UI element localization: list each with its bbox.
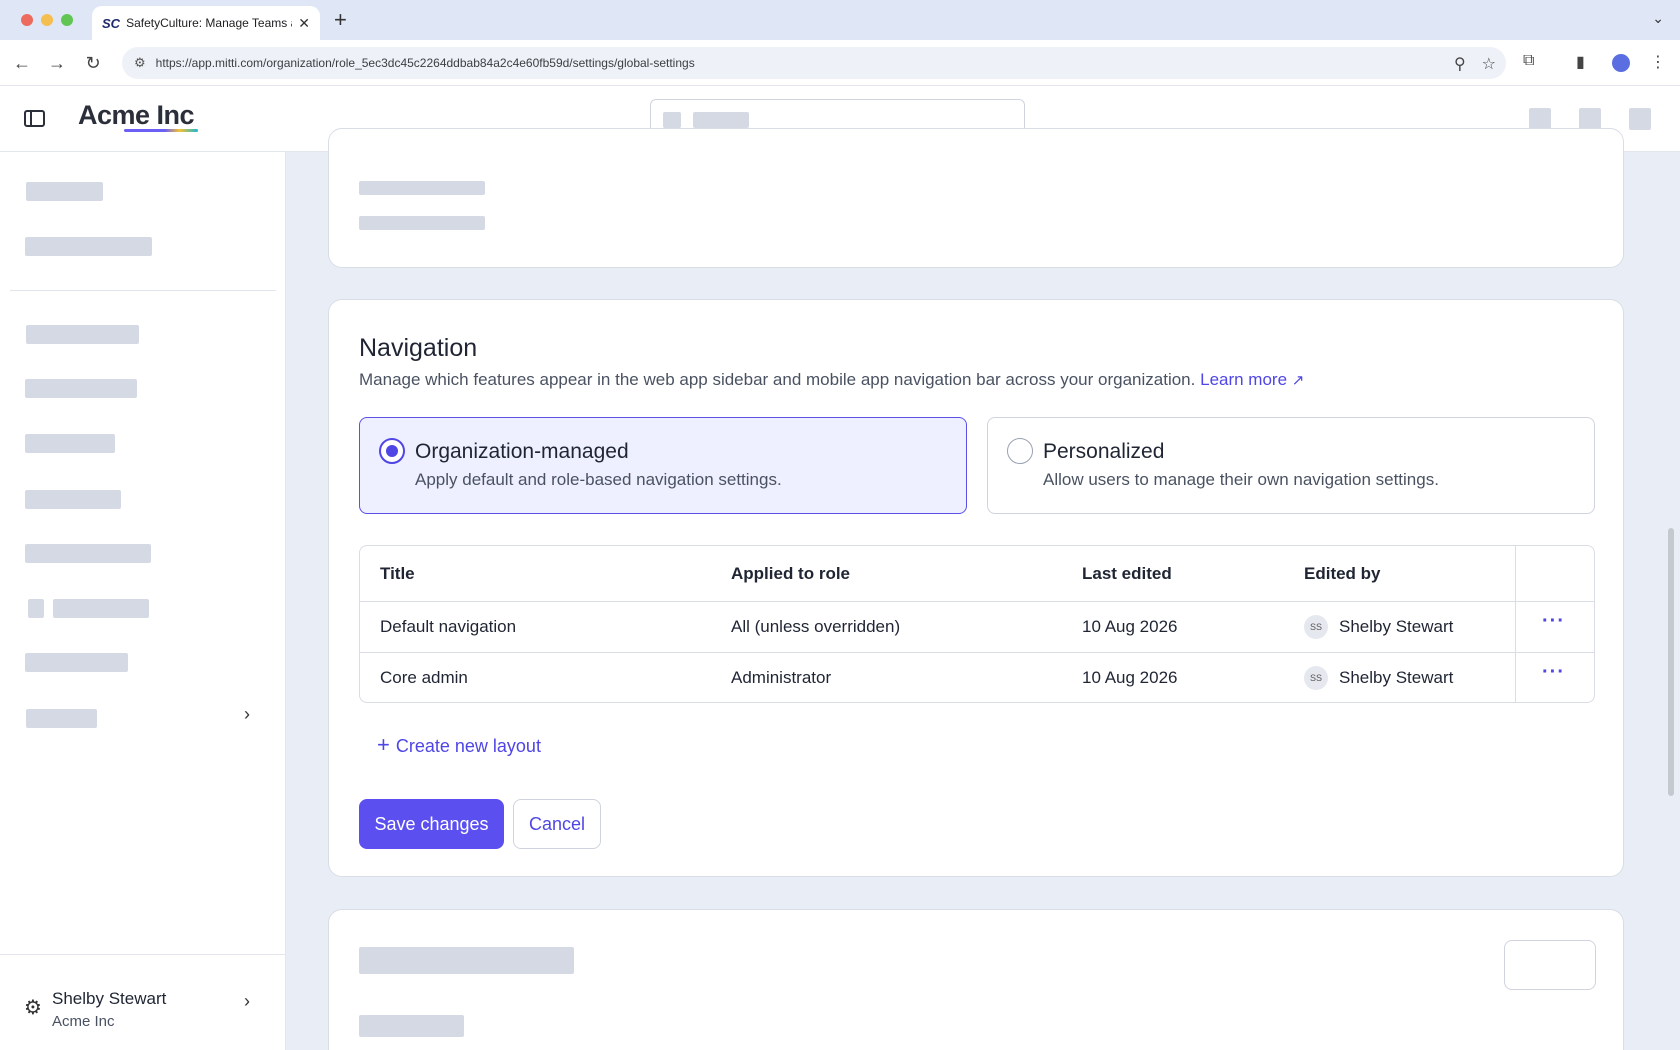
close-tab-icon[interactable]: ✕ [298,15,310,32]
profile-avatar-icon[interactable] [1612,54,1630,72]
plus-icon: + [377,732,390,757]
settings-card-skeleton [328,128,1624,268]
sidebar-item-skeleton[interactable] [26,325,139,344]
site-settings-icon[interactable]: ⚙ [134,55,146,71]
table-header-row: Title Applied to role Last edited Edited… [360,546,1594,602]
radio-button[interactable] [1007,438,1033,464]
new-tab-button[interactable]: + [334,8,347,32]
column-header: Edited by [1304,564,1381,583]
user-profile-menu[interactable]: ⚙ Shelby Stewart Acme Inc › [0,954,286,1050]
sidebar-toggle-icon[interactable] [24,110,45,127]
option-subtitle: Allow users to manage their own navigati… [1043,470,1439,489]
last-edited: 10 Aug 2026 [1082,668,1178,687]
page-scrollbar[interactable] [1668,528,1674,796]
text-skeleton [359,181,485,195]
user-name: Shelby Stewart [52,989,167,1008]
text-skeleton [359,216,485,230]
option-title: Personalized [1043,440,1165,463]
bookmark-star-icon[interactable]: ☆ [1482,54,1496,74]
avatar: SS [1304,615,1328,639]
navigation-settings-card: Navigation Manage which features appear … [328,299,1624,877]
option-subtitle: Apply default and role-based navigation … [415,470,782,489]
maximize-window-button[interactable] [61,14,73,26]
sidebar-item-skeleton[interactable] [25,379,137,398]
avatar: SS [1304,666,1328,690]
side-panel-icon[interactable]: ▮ [1576,52,1585,72]
settings-card-skeleton [328,909,1624,1050]
sidebar-item-skeleton[interactable] [53,599,149,618]
chevron-right-icon: › [244,991,250,1011]
browser-tab-bar: SC SafetyCulture: Manage Teams and... ✕ … [0,0,1680,40]
close-window-button[interactable] [21,14,33,26]
title-skeleton [359,947,574,974]
chrome-menu-icon[interactable]: ⋮ [1650,52,1666,72]
browser-toolbar: ← → ↻ ⚙ https://app.mitti.com/organizati… [0,40,1680,86]
chevron-right-icon[interactable]: › [244,704,250,725]
action-button-skeleton[interactable] [1504,940,1596,990]
minimize-window-button[interactable] [41,14,53,26]
sidebar-item-skeleton[interactable] [26,709,97,728]
organization-managed-option[interactable]: Organization-managed Apply default and r… [359,417,967,514]
create-new-layout-button[interactable]: + Create new layout [377,732,541,758]
gear-icon: ⚙ [24,997,42,1019]
column-header: Title [380,564,415,583]
header-action-skeleton[interactable] [1629,108,1651,130]
external-link-icon: ↗ [1291,372,1305,389]
section-description: Manage which features appear in the web … [359,370,1305,389]
safetyculture-favicon-icon: SC [102,15,121,31]
logo-underline [124,129,198,132]
table-row[interactable]: Core admin Administrator 10 Aug 2026 SS … [360,653,1594,702]
sidebar-item-skeleton[interactable] [25,490,121,509]
more-options-icon[interactable]: ··· [1542,661,1565,684]
tab-search-chevron-icon[interactable]: ⌄ [1652,10,1664,27]
zoom-icon[interactable]: ⚲ [1454,54,1466,74]
section-title: Navigation [359,334,478,362]
table-row[interactable]: Default navigation All (unless overridde… [360,602,1594,653]
learn-more-link[interactable]: Learn more ↗ [1200,370,1304,389]
column-header: Last edited [1082,564,1172,583]
save-changes-button[interactable]: Save changes [359,799,504,849]
address-bar[interactable]: ⚙ https://app.mitti.com/organization/rol… [122,47,1506,79]
reload-icon[interactable]: ↻ [82,52,104,74]
sidebar-divider [10,290,276,291]
cancel-button[interactable]: Cancel [513,799,601,849]
sidebar-item-skeleton[interactable] [25,653,128,672]
sidebar-item-icon-skeleton [28,599,44,618]
tab-title: SafetyCulture: Manage Teams and... [126,16,292,30]
edited-by: Shelby Stewart [1339,617,1454,636]
applied-role: Administrator [731,668,832,687]
sidebar-item-skeleton[interactable] [25,434,115,453]
user-organization: Acme Inc [52,1013,115,1030]
layout-title: Default navigation [380,617,517,636]
sidebar: › ⚙ Shelby Stewart Acme Inc › [0,152,286,1050]
logo: Acme Inc [78,100,195,130]
url-text: https://app.mitti.com/organization/role_… [155,56,695,70]
applied-role: All (unless overridden) [731,617,901,636]
edited-by: Shelby Stewart [1339,668,1454,687]
radio-button-selected[interactable] [379,438,405,464]
last-edited: 10 Aug 2026 [1082,617,1178,636]
personalized-option[interactable]: Personalized Allow users to manage their… [987,417,1595,514]
text-skeleton [359,1015,464,1037]
back-icon[interactable]: ← [11,52,33,74]
search-icon-placeholder [663,112,681,128]
column-header: Applied to role [731,564,850,583]
forward-icon[interactable]: → [46,52,68,74]
header-action-skeleton[interactable] [1579,108,1601,130]
extensions-icon[interactable]: ⧉ [1523,52,1534,70]
sidebar-item-skeleton[interactable] [26,182,103,201]
browser-tab[interactable]: SC SafetyCulture: Manage Teams and... ✕ [92,6,320,40]
sidebar-item-skeleton[interactable] [25,237,152,256]
layout-title: Core admin [380,668,468,687]
more-options-icon[interactable]: ··· [1542,610,1565,633]
navigation-layouts-table: Title Applied to role Last edited Edited… [359,545,1595,703]
header-action-skeleton[interactable] [1529,108,1551,130]
sidebar-item-skeleton[interactable] [25,544,151,563]
option-title: Organization-managed [415,440,629,463]
search-placeholder-skeleton [693,112,749,128]
